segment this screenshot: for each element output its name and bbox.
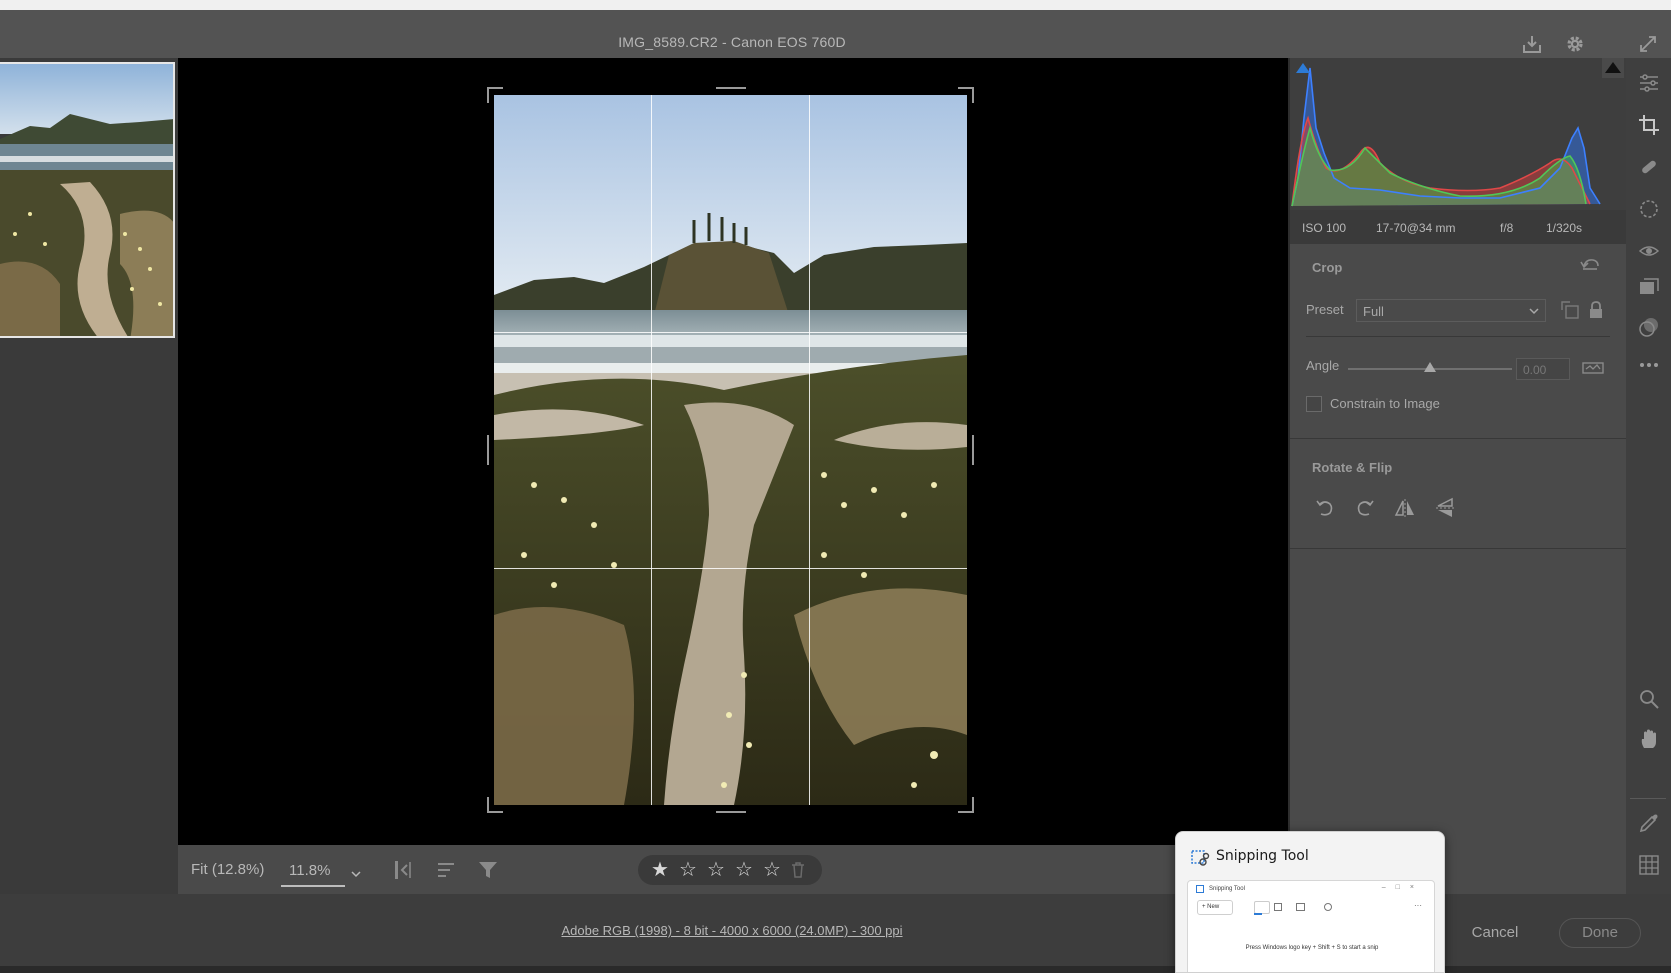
rotate-flip-section-title[interactable]: Rotate & Flip xyxy=(1312,460,1392,475)
gear-icon[interactable] xyxy=(1563,32,1587,56)
preset-value: Full xyxy=(1363,304,1384,319)
filter-icon[interactable] xyxy=(475,857,501,883)
snipping-tool-app-icon xyxy=(1190,848,1210,873)
color-sampler-icon[interactable] xyxy=(1636,810,1662,836)
highlight-clipping-icon[interactable] xyxy=(1602,58,1624,78)
divider xyxy=(1290,548,1628,549)
canvas-status-bar: Fit (12.8%) 11.8% ★ ☆ ☆ ☆ ☆ xyxy=(178,845,1288,894)
filmstrip-toggle-icon[interactable] xyxy=(390,857,416,883)
sort-icon[interactable] xyxy=(433,857,459,883)
masking-icon[interactable] xyxy=(1636,196,1662,222)
chevron-down-icon xyxy=(1529,303,1539,318)
flip-vertical-icon[interactable] xyxy=(1432,495,1458,521)
window-title: IMG_8589.CR2 - Canon EOS 760D xyxy=(618,34,846,50)
zoom-value[interactable]: 11.8% xyxy=(281,853,345,887)
preview-window-title: Snipping Tool xyxy=(1209,886,1245,892)
rating-bar: ★ ☆ ☆ ☆ ☆ xyxy=(638,855,822,885)
fullscreen-icon[interactable] xyxy=(1636,32,1660,56)
hand-tool-icon[interactable] xyxy=(1636,726,1662,752)
preview-new-label: New xyxy=(1207,904,1220,910)
star-icon[interactable]: ☆ xyxy=(762,860,782,880)
preset-label: Preset xyxy=(1306,302,1344,317)
histogram xyxy=(1290,58,1628,210)
exif-info: ISO 100 17-70@34 mm f/8 1/320s xyxy=(1290,210,1628,244)
image-canvas[interactable] xyxy=(178,58,1288,845)
reset-crop-icon[interactable] xyxy=(1580,256,1600,277)
edit-panel: ISO 100 17-70@34 mm f/8 1/320s Crop Pres… xyxy=(1288,58,1628,894)
zoom-tool-icon[interactable] xyxy=(1636,686,1662,712)
trash-icon[interactable] xyxy=(790,861,806,879)
more-options-icon[interactable] xyxy=(1636,352,1662,378)
tool-strip xyxy=(1626,58,1671,894)
zoom-fit-button[interactable]: Fit (12.8%) xyxy=(191,861,264,878)
presets-icon[interactable] xyxy=(1636,314,1662,340)
snipping-tool-thumbnail: Snipping Tool –□× + New ··· Press Window… xyxy=(1187,880,1435,972)
preview-more-icon: ··· xyxy=(1414,901,1422,910)
constrain-checkbox[interactable] xyxy=(1306,396,1322,412)
snapshots-icon[interactable] xyxy=(1636,274,1662,300)
divider xyxy=(1306,336,1610,337)
exif-shutter: 1/320s xyxy=(1546,221,1583,235)
angle-input[interactable]: 0.00 xyxy=(1516,358,1570,380)
preview-new-button: + New xyxy=(1197,900,1233,915)
title-bar: IMG_8589.CR2 - Canon EOS 760D xyxy=(0,10,1671,58)
window-controls: –□× xyxy=(1381,884,1424,891)
divider xyxy=(1290,438,1628,439)
snipping-tool-mini-icon xyxy=(1196,885,1204,893)
shadow-clipping-icon[interactable] xyxy=(1294,61,1312,75)
snipping-tool-title: Snipping Tool xyxy=(1216,848,1309,864)
exif-lens: 17-70@34 mm xyxy=(1376,221,1456,235)
divider xyxy=(1630,798,1666,799)
star-icon[interactable]: ☆ xyxy=(734,860,754,880)
exif-aperture: f/8 xyxy=(1500,221,1514,235)
angle-slider-thumb[interactable] xyxy=(1424,362,1436,372)
healing-brush-icon[interactable] xyxy=(1636,154,1662,180)
os-top-strip xyxy=(0,0,1671,10)
red-eye-icon[interactable] xyxy=(1636,238,1662,264)
cancel-button[interactable]: Cancel xyxy=(1454,918,1536,948)
straighten-tool-icon[interactable] xyxy=(1582,359,1604,382)
constrain-label[interactable]: Constrain to Image xyxy=(1330,396,1440,411)
exif-iso: ISO 100 xyxy=(1302,221,1347,235)
star-icon[interactable]: ☆ xyxy=(678,860,698,880)
preview-active-indicator xyxy=(1254,913,1262,915)
chevron-down-icon[interactable] xyxy=(350,865,362,883)
done-button[interactable]: Done xyxy=(1559,918,1641,948)
preview-message: Press Windows logo key + Shift + S to st… xyxy=(1245,945,1379,951)
snipping-tool-preview[interactable]: Snipping Tool Snipping Tool –□× + New ··… xyxy=(1175,831,1445,973)
rotate-left-icon[interactable] xyxy=(1312,495,1338,521)
preset-dropdown[interactable]: Full xyxy=(1356,299,1546,322)
crop-handles[interactable] xyxy=(178,58,1288,845)
open-image-icon[interactable] xyxy=(1520,32,1544,56)
preview-shape-icon xyxy=(1296,903,1305,911)
crop-tool-icon[interactable] xyxy=(1636,112,1662,138)
preview-video-icon xyxy=(1274,903,1282,911)
star-icon-filled[interactable]: ★ xyxy=(650,860,670,880)
filmstrip xyxy=(0,58,178,894)
grid-overlay-icon[interactable] xyxy=(1636,852,1662,878)
flip-horizontal-icon[interactable] xyxy=(1392,495,1418,521)
star-icon[interactable]: ☆ xyxy=(706,860,726,880)
rotate-right-icon[interactable] xyxy=(1352,495,1378,521)
lock-icon[interactable] xyxy=(1588,300,1604,325)
crop-section-title[interactable]: Crop xyxy=(1312,260,1342,275)
edit-sliders-icon[interactable] xyxy=(1636,70,1662,96)
swap-aspect-icon[interactable] xyxy=(1560,300,1580,325)
angle-label: Angle xyxy=(1306,358,1340,373)
filmstrip-thumbnail[interactable] xyxy=(0,62,175,338)
preview-timer-icon xyxy=(1324,903,1332,911)
